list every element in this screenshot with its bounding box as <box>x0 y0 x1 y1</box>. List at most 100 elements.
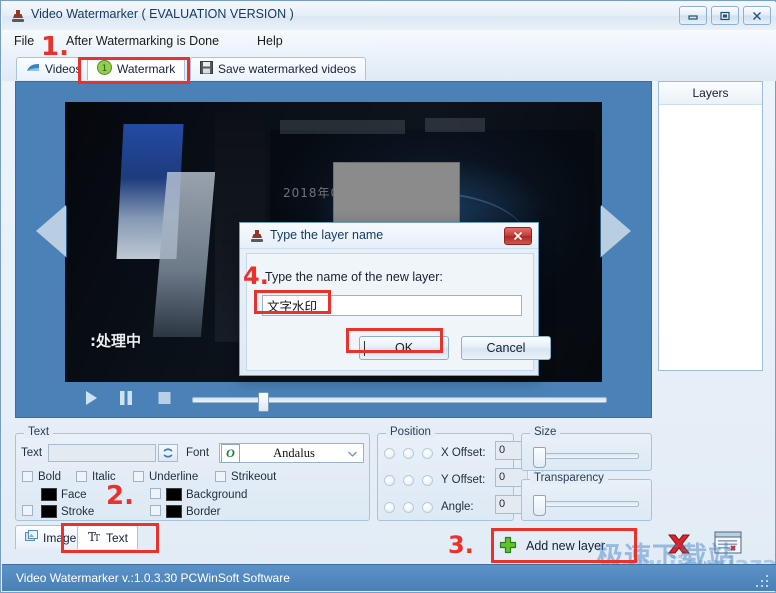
plus-icon <box>498 536 518 556</box>
next-video-arrow[interactable] <box>601 205 631 257</box>
font-select[interactable]: O Andalus <box>219 443 364 463</box>
y-offset-value: 0 <box>499 471 506 483</box>
italic-checkbox[interactable] <box>76 471 87 482</box>
position-radio-bottom-center[interactable] <box>403 502 414 513</box>
dialog-ok-button[interactable]: OK <box>359 336 449 360</box>
position-radio-top-right[interactable] <box>422 448 433 459</box>
add-new-layer-button[interactable]: Add new layer <box>498 532 626 560</box>
text-group-legend: Text <box>24 426 54 438</box>
size-slider[interactable] <box>533 447 639 468</box>
position-radio-bottom-left[interactable] <box>384 502 395 513</box>
strikeout-checkbox[interactable] <box>215 471 226 482</box>
stamp-icon <box>10 8 26 24</box>
text-input[interactable] <box>48 444 156 462</box>
bold-label: Bold <box>38 471 62 483</box>
videos-icon <box>26 62 40 77</box>
layer-name-input[interactable]: 文字水印 <box>262 295 522 316</box>
svg-text:T: T <box>94 534 100 543</box>
image-icon <box>25 530 38 545</box>
position-radio-top-center[interactable] <box>403 448 414 459</box>
transparency-group-legend: Transparency <box>530 472 608 484</box>
underline-label: Underline <box>149 471 199 483</box>
dialog-body: Type the name of the new layer: 文字水印 OK … <box>246 253 551 371</box>
angle-value: 0 <box>499 498 506 510</box>
type-layer-name-dialog: Type the layer name Type the name of the… <box>239 222 551 376</box>
dialog-title: Type the layer name <box>270 228 384 242</box>
position-radio-top-left[interactable] <box>384 448 395 459</box>
window-title: Video Watermarker ( EVALUATION VERSION ) <box>31 7 294 21</box>
resize-grip[interactable] <box>756 575 770 587</box>
stroke-checkbox[interactable] <box>22 505 33 516</box>
tab-watermark[interactable]: 1 Watermark <box>87 57 186 80</box>
x-offset-value: 0 <box>499 444 506 456</box>
face-label: Face <box>61 489 87 501</box>
dialog-close-button[interactable] <box>504 227 532 245</box>
bold-checkbox[interactable] <box>22 471 33 482</box>
tab-save-watermarked-videos[interactable]: Save watermarked videos <box>190 57 367 80</box>
maximize-button[interactable] <box>711 6 739 25</box>
previous-video-arrow[interactable] <box>36 205 66 257</box>
layer-name-value: 文字水印 <box>267 299 318 314</box>
menu-bar: File After Watermarking is Done Help <box>2 30 776 56</box>
seek-slider-thumb[interactable] <box>258 392 269 412</box>
minimize-button[interactable] <box>679 6 707 25</box>
dialog-cancel-button[interactable]: Cancel <box>461 336 551 360</box>
underline-checkbox[interactable] <box>133 471 144 482</box>
background-checkbox[interactable] <box>150 488 161 499</box>
angle-label: Angle: <box>441 501 474 513</box>
window-controls <box>679 6 771 25</box>
border-color-swatch[interactable] <box>166 505 182 518</box>
video-scene-top-bar <box>280 120 405 134</box>
status-bar: Video Watermarker v.:1.0.3.30 PCWinSoft … <box>2 564 776 591</box>
text-icon: T T <box>87 530 101 546</box>
lower-tab-text[interactable]: T T Text <box>77 525 139 549</box>
menu-item-file[interactable]: File <box>14 34 34 48</box>
seek-slider[interactable] <box>192 392 607 412</box>
save-icon <box>200 61 213 77</box>
lower-tab-image-label: Image <box>43 530 77 545</box>
close-button[interactable] <box>743 6 771 25</box>
stroke-label: Stroke <box>61 506 95 518</box>
menu-item-after-watermarking[interactable]: After Watermarking is Done <box>66 34 219 48</box>
stroke-color-swatch[interactable] <box>41 505 57 518</box>
main-tab-strip: Videos 1 Watermark Save watermarked vide… <box>2 55 776 81</box>
text-field-label: Text <box>21 447 43 459</box>
tab-videos[interactable]: Videos <box>16 57 92 80</box>
layers-panel-header: Layers <box>659 82 762 105</box>
stamp-icon <box>249 228 265 244</box>
position-radio-middle-left[interactable] <box>384 475 395 486</box>
status-bar-text: Video Watermarker v.:1.0.3.30 PCWinSoft … <box>16 571 290 585</box>
delete-layer-icon[interactable] <box>666 532 692 556</box>
transparency-slider[interactable] <box>533 495 639 516</box>
font-label: Font <box>186 447 210 459</box>
lower-tab-image[interactable]: Image <box>15 525 87 549</box>
position-radio-middle-center[interactable] <box>403 475 414 486</box>
dialog-cancel-label: Cancel <box>486 341 526 355</box>
opentype-font-icon: O <box>221 443 240 463</box>
italic-label: Italic <box>92 471 116 483</box>
menu-item-help[interactable]: Help <box>257 34 283 48</box>
tab-save-label: Save watermarked videos <box>218 62 357 76</box>
position-group-legend: Position <box>386 426 435 438</box>
title-bar: Video Watermarker ( EVALUATION VERSION ) <box>2 2 776 31</box>
annotation-number-3: 3. <box>448 531 474 559</box>
lower-tab-text-label: Text <box>106 530 129 545</box>
pause-icon[interactable] <box>118 389 134 412</box>
position-radio-middle-right[interactable] <box>422 475 433 486</box>
face-color-swatch[interactable] <box>41 488 57 501</box>
background-label: Background <box>186 489 248 501</box>
position-radio-bottom-right[interactable] <box>422 502 433 513</box>
playback-controls <box>16 381 651 417</box>
chevron-down-icon <box>348 444 357 462</box>
background-color-swatch[interactable] <box>166 488 182 501</box>
border-label: Border <box>186 506 221 518</box>
tab-videos-label: Videos <box>45 62 82 76</box>
border-checkbox[interactable] <box>150 505 161 516</box>
play-icon[interactable] <box>82 389 100 412</box>
refresh-icon[interactable] <box>158 444 178 462</box>
video-overlay-processing: :处理中 <box>90 332 141 350</box>
window-preview-icon[interactable] <box>714 530 742 556</box>
size-slider-thumb[interactable] <box>533 447 546 468</box>
stop-icon[interactable] <box>156 389 172 412</box>
transparency-slider-thumb[interactable] <box>533 495 546 516</box>
